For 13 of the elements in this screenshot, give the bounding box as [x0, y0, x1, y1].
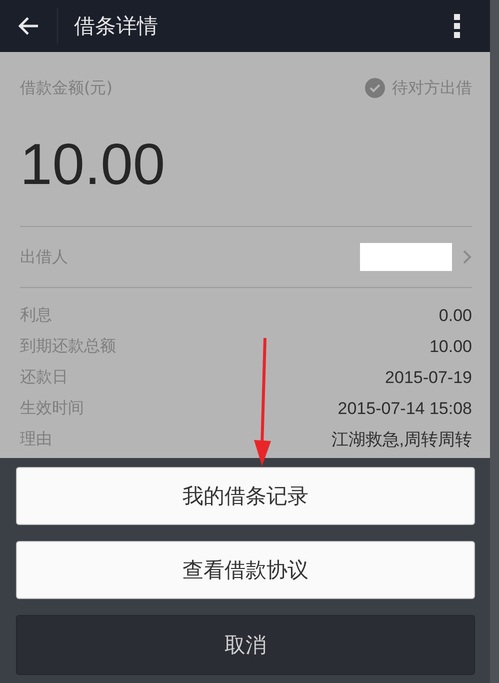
screen-title: 借条详情	[74, 13, 159, 40]
sheet-button[interactable]: 我的借条记录	[16, 467, 475, 525]
amount-value: 10.00	[20, 131, 166, 199]
detail-value: 2015-07-19	[385, 368, 472, 388]
chevron-right-icon	[462, 249, 472, 265]
back-icon[interactable]	[18, 16, 40, 36]
detail-value: 2015-07-14 15:08	[338, 398, 472, 418]
sheet-button[interactable]: 查看借款协议	[16, 541, 475, 599]
detail-value: 10.00	[429, 336, 472, 356]
cancel-button[interactable]: 取消	[16, 615, 475, 675]
more-menu-icon[interactable]	[453, 13, 461, 39]
detail-value: 0.00	[438, 306, 472, 326]
detail-value: 江湖救急,周转周转	[331, 429, 472, 451]
